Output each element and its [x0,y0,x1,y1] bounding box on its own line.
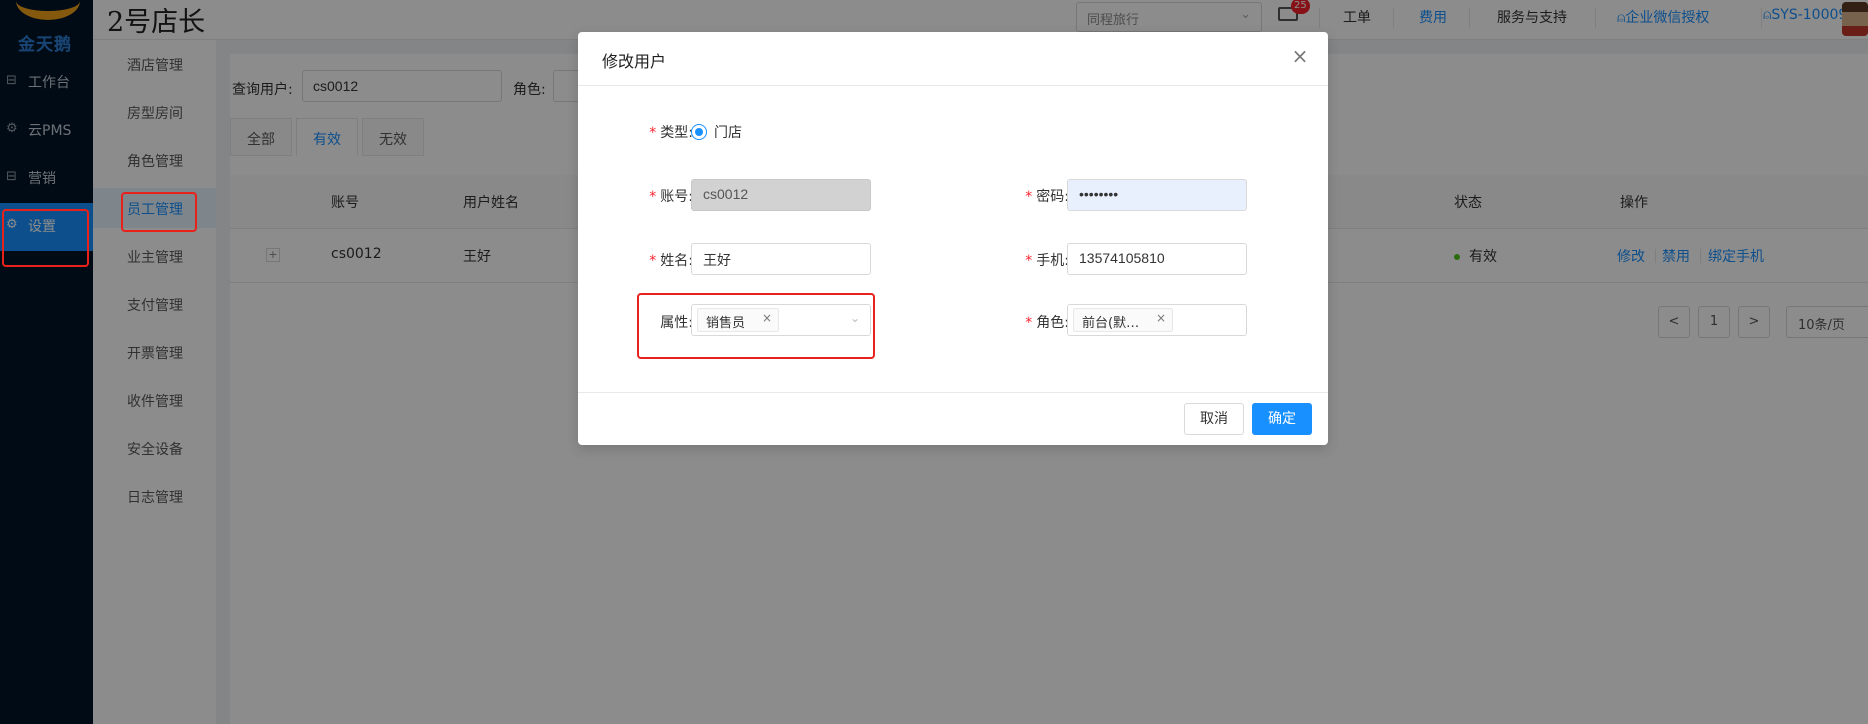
type-label: * 类型: [633,122,693,142]
name-field[interactable]: 王好 [691,243,871,275]
highlight-staff [121,192,197,232]
password-value: •••••••• [1079,186,1119,202]
edit-user-modal: 修改用户 × * 类型: 门店 * 账号: cs0012 * 密码: ••••••••… [578,32,1328,445]
role-tag: 前台(默… × [1073,308,1173,332]
cancel-button[interactable]: 取消 [1184,403,1244,435]
required-mark: * [649,125,657,141]
account-value: cs0012 [703,186,749,202]
password-field[interactable]: •••••••• [1067,179,1247,211]
highlight-attribute [637,293,875,359]
name-label: * 姓名: [633,250,693,270]
phone-label-text: 手机: [1036,253,1069,269]
highlight-settings [2,209,89,267]
role-label-text: 角色: [1036,315,1069,331]
phone-value: 13574105810 [1079,250,1165,266]
type-radio[interactable] [691,124,707,140]
type-label-text: 类型: [660,125,693,141]
account-label: * 账号: [633,186,693,206]
modal-header: 修改用户 × [578,32,1328,86]
role-tag-label: 前台(默… [1082,316,1140,331]
required-mark: * [1025,189,1033,205]
modal-footer: 取消 确定 [578,392,1328,445]
role-label: * 角色: [1009,312,1069,332]
name-value: 王好 [703,252,731,268]
password-label: * 密码: [1009,186,1069,206]
tag-close-icon[interactable]: × [1156,311,1166,325]
required-mark: * [649,253,657,269]
phone-field[interactable]: 13574105810 [1067,243,1247,275]
modal-title: 修改用户 [602,52,667,71]
password-label-text: 密码: [1036,189,1069,205]
account-label-text: 账号: [660,189,693,205]
close-icon[interactable]: × [1288,44,1312,68]
name-label-text: 姓名: [660,253,693,269]
confirm-button[interactable]: 确定 [1252,403,1312,435]
type-radio-label: 门店 [714,125,742,141]
phone-label: * 手机: [1009,250,1069,270]
required-mark: * [1025,315,1033,331]
required-mark: * [649,189,657,205]
account-field: cs0012 [691,179,871,211]
required-mark: * [1025,253,1033,269]
role-select[interactable]: 前台(默… × [1067,304,1247,336]
